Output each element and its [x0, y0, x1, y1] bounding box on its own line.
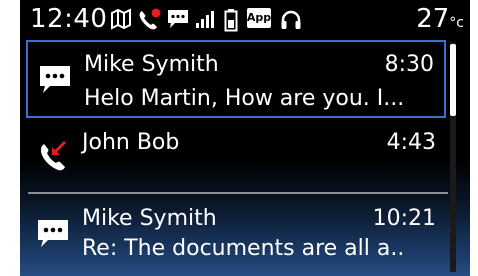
- phone-screen: 12:40 App 27°c Mike Symith 8:30 Helo Mar…: [20, 0, 470, 276]
- sender-name: Mike Symith: [84, 52, 219, 77]
- missed-call-icon: [36, 134, 72, 178]
- message-time: 10:21: [372, 206, 436, 231]
- message-time: 8:30: [384, 52, 434, 77]
- divider: [28, 192, 448, 194]
- status-bar: 12:40 App 27°c: [20, 0, 470, 36]
- message-icon: [166, 8, 190, 34]
- clock-time: 12:40: [30, 4, 108, 34]
- app-icon-label: App: [246, 11, 272, 24]
- message-preview: Helo Martin, How are you. I...: [84, 86, 405, 111]
- list-item[interactable]: Mike Symith 8:30 Helo Martin, How are yo…: [26, 40, 446, 118]
- map-icon: [110, 8, 132, 34]
- battery-icon: [224, 8, 238, 36]
- sender-name: Mike Symith: [82, 206, 217, 231]
- scrollbar-thumb[interactable]: [450, 44, 456, 116]
- headphones-icon: [279, 8, 303, 36]
- temperature-unit: °c: [449, 15, 464, 31]
- temperature: 27°c: [416, 4, 464, 38]
- message-time: 4:43: [386, 130, 436, 155]
- temperature-value: 27: [416, 4, 450, 34]
- signal-icon: [195, 8, 217, 34]
- list-item[interactable]: John Bob 4:43: [26, 120, 446, 192]
- missed-call-icon: [137, 8, 161, 36]
- message-preview: Re: The documents are all a..: [82, 236, 405, 261]
- message-icon: [38, 64, 72, 100]
- app-icon: App: [246, 7, 272, 33]
- message-icon: [36, 218, 70, 254]
- sender-name: John Bob: [82, 130, 180, 155]
- list-item[interactable]: Mike Symith 10:21 Re: The documents are …: [26, 196, 446, 276]
